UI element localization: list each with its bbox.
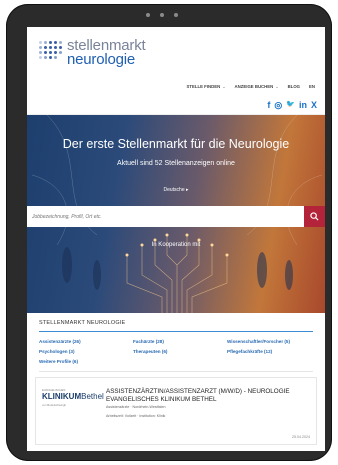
job-listing-card[interactable]: EVANGELISCHES KLINIKUMBethel von Bodelsc… (35, 377, 317, 445)
category-link[interactable]: Psychologen (3) (39, 349, 125, 355)
instagram-icon[interactable]: ◎ (274, 100, 282, 110)
tablet-frame: stellenmarkt neurologie STELLE FINDEN ⌄ … (6, 4, 332, 461)
hero-subtitle: Aktuell sind 52 Stellenanzeigen online (117, 160, 235, 167)
hero-banner: Der erste Stellenmarkt für die Neurologi… (27, 115, 325, 313)
employer-logo-main-suffix: Bethel (81, 392, 104, 401)
category-link[interactable]: Fachärzte (28) (133, 339, 219, 345)
cooperation-label: In Kooperation mit (151, 242, 201, 248)
camera-dot (146, 13, 150, 17)
nav-anzeige-buchen[interactable]: ANZEIGE BUCHEN ⌄ (235, 84, 279, 89)
camera-dot (174, 13, 178, 17)
hero-title: Der erste Stellenmarkt für die Neurologi… (62, 137, 290, 151)
main-nav: STELLE FINDEN ⌄ ANZEIGE BUCHEN ⌄ BLOG EN (187, 84, 315, 89)
search-input[interactable] (27, 206, 304, 227)
search-icon (310, 212, 319, 221)
category-grid: Assistenzärzte (26) Fachärzte (28) Wisse… (39, 332, 313, 372)
employer-logo-sub: von Bodelschwingh (42, 403, 67, 407)
category-link[interactable]: Assistenzärzte (26) (39, 339, 125, 345)
linkedin-icon[interactable]: in (299, 100, 307, 110)
category-link[interactable]: Wissenschaftler/Forscher (5) (227, 339, 313, 345)
logo-dots-icon (39, 41, 63, 65)
language-selector[interactable]: Deutsche ▸ (27, 187, 325, 193)
job-date: 25.04.2024 (292, 435, 310, 439)
twitter-icon[interactable]: 🐦 (286, 100, 295, 110)
category-link[interactable]: Therapeuten (6) (133, 349, 219, 355)
category-link[interactable]: Weitere Profile (6) (39, 359, 125, 365)
employer-logo: EVANGELISCHES KLINIKUMBethel von Bodelsc… (42, 388, 104, 412)
logo-text-bottom: neurologie (67, 51, 136, 68)
employer-logo-main-bold: KLINIKUM (42, 392, 82, 401)
chevron-down-icon: ⌄ (222, 84, 226, 89)
search-bar (27, 206, 325, 227)
nav-blog[interactable]: BLOG (288, 84, 300, 89)
xing-icon[interactable]: X (311, 100, 317, 110)
job-meta-category: Assistenzärzte · Nordrhein-Westfalen (106, 405, 166, 409)
chevron-down-icon: ⌄ (275, 84, 279, 89)
site-logo[interactable]: stellenmarkt neurologie (39, 37, 157, 69)
category-heading: STELLENMARKT NEUROLOGIE (39, 320, 313, 332)
browser-viewport: stellenmarkt neurologie STELLE FINDEN ⌄ … (27, 27, 325, 451)
employer-logo-main: KLINIKUMBethel (42, 392, 104, 401)
site-header: stellenmarkt neurologie STELLE FINDEN ⌄ … (27, 27, 325, 115)
search-button[interactable] (304, 206, 325, 227)
nav-label: BLOG (287, 84, 301, 89)
category-link[interactable]: Pflegefachkräfte (12) (227, 349, 313, 355)
camera-dot (160, 13, 164, 17)
nav-label: STELLE FINDEN (186, 84, 221, 89)
nav-label: EN (309, 84, 315, 89)
facebook-icon[interactable]: f (267, 100, 270, 110)
job-meta-details: Arbeitszeit: Vollzeit · Institution: Kli… (106, 414, 166, 418)
nav-stelle-finden[interactable]: STELLE FINDEN ⌄ (187, 84, 226, 89)
job-title[interactable]: ASSISTENZÄRZTIN/ASSISTENZARZT (M/W/D) - … (106, 388, 325, 403)
nav-language-en[interactable]: EN (309, 84, 315, 89)
category-section: STELLENMARKT NEUROLOGIE Assistenzärzte (… (27, 313, 325, 372)
social-links: f ◎ 🐦 in X (267, 100, 317, 110)
nav-label: ANZEIGE BUCHEN (234, 84, 274, 89)
